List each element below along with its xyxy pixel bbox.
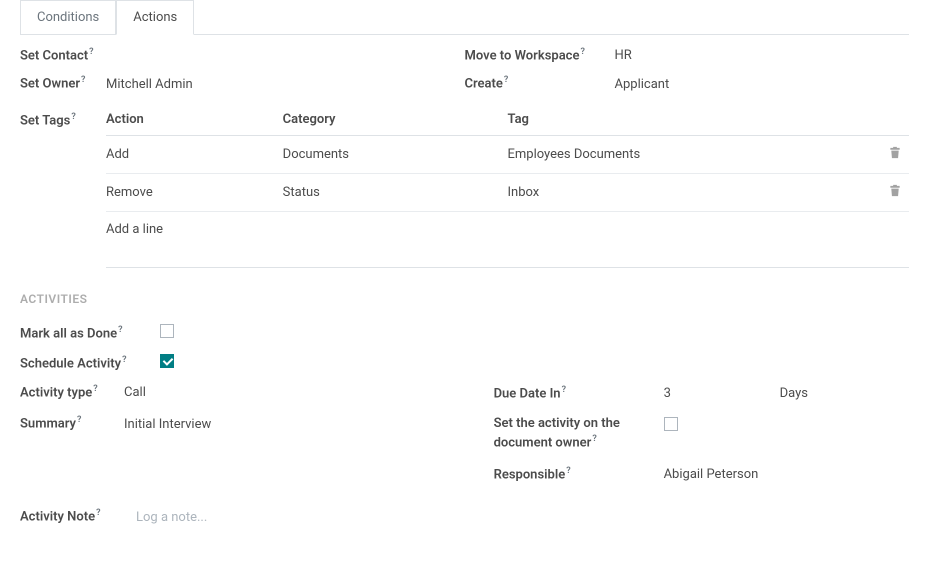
delete-row-button[interactable] — [879, 173, 909, 211]
activities-header: ACTIVITIES — [20, 292, 909, 306]
help-icon[interactable]: ? — [566, 466, 570, 476]
set-contact-label: Set Contact? — [20, 47, 106, 63]
mark-all-done-label: Mark all as Done? — [20, 325, 160, 341]
activity-type-value[interactable]: Call — [124, 385, 146, 400]
cell-category[interactable]: Status — [283, 173, 508, 211]
tab-actions[interactable]: Actions — [116, 0, 194, 35]
col-tag: Tag — [507, 104, 879, 136]
help-icon[interactable]: ? — [504, 75, 508, 85]
summary-label: Summary? — [20, 415, 124, 431]
help-icon[interactable]: ? — [122, 355, 126, 365]
help-icon[interactable]: ? — [89, 47, 93, 57]
help-icon[interactable]: ? — [562, 385, 566, 395]
due-date-value[interactable]: 3 — [664, 386, 780, 401]
delete-row-button[interactable] — [879, 135, 909, 173]
responsible-label: Responsible? — [494, 465, 664, 485]
col-action: Action — [106, 104, 283, 136]
help-icon[interactable]: ? — [93, 384, 97, 394]
help-icon[interactable]: ? — [118, 325, 122, 335]
schedule-activity-checkbox[interactable] — [160, 354, 174, 368]
tab-conditions[interactable]: Conditions — [20, 0, 116, 34]
cell-category[interactable]: Documents — [283, 135, 508, 173]
move-workspace-value[interactable]: HR — [615, 48, 632, 63]
col-category: Category — [283, 104, 508, 136]
help-icon[interactable]: ? — [96, 508, 100, 518]
trash-icon — [889, 146, 901, 159]
help-icon[interactable]: ? — [77, 415, 81, 425]
tab-bar: Conditions Actions — [20, 0, 909, 35]
tags-table: Action Category Tag Add Documents Employ… — [106, 104, 909, 247]
activity-note-input[interactable]: Log a note... — [136, 510, 207, 525]
table-row[interactable]: Remove Status Inbox — [106, 173, 909, 211]
schedule-activity-label: Schedule Activity? — [20, 355, 160, 371]
activity-note-label: Activity Note? — [20, 508, 136, 524]
cell-tag[interactable]: Employees Documents — [507, 135, 879, 173]
set-activity-owner-checkbox[interactable] — [664, 417, 678, 431]
add-line-button[interactable]: Add a line — [106, 211, 909, 247]
help-icon[interactable]: ? — [592, 434, 596, 444]
cell-action[interactable]: Remove — [106, 173, 283, 211]
help-icon[interactable]: ? — [81, 75, 85, 85]
trash-icon — [889, 184, 901, 197]
set-owner-label: Set Owner? — [20, 75, 106, 91]
set-activity-owner-label: Set the activity on the document owner? — [494, 415, 664, 453]
due-date-label: Due Date In? — [494, 384, 664, 404]
activity-type-label: Activity type? — [20, 384, 124, 400]
create-value[interactable]: Applicant — [615, 77, 670, 92]
summary-value[interactable]: Initial Interview — [124, 417, 211, 432]
help-icon[interactable]: ? — [580, 47, 584, 57]
cell-tag[interactable]: Inbox — [507, 173, 879, 211]
set-owner-value[interactable]: Mitchell Admin — [106, 77, 193, 92]
mark-all-done-checkbox[interactable] — [160, 324, 174, 338]
create-label: Create? — [465, 75, 615, 91]
move-workspace-label: Move to Workspace? — [465, 47, 615, 63]
due-date-unit[interactable]: Days — [780, 386, 808, 401]
responsible-value[interactable]: Abigail Peterson — [664, 467, 759, 482]
set-tags-label: Set Tags? — [20, 104, 106, 128]
table-row[interactable]: Add Documents Employees Documents — [106, 135, 909, 173]
help-icon[interactable]: ? — [71, 112, 75, 122]
cell-action[interactable]: Add — [106, 135, 283, 173]
